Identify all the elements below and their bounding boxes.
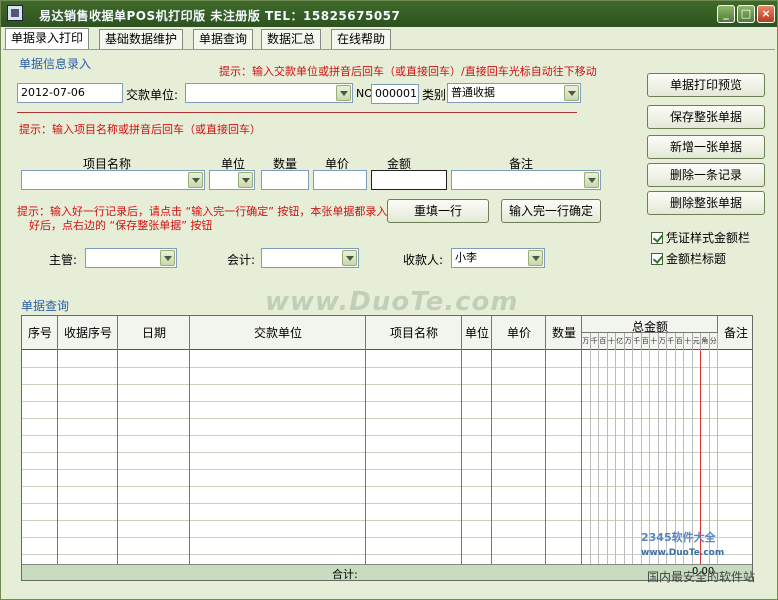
query-group-title: 单据查询 xyxy=(21,299,70,313)
app-icon xyxy=(7,5,23,21)
amount-digit-label: 分 xyxy=(710,333,718,350)
amount-digit-column xyxy=(608,350,616,564)
amount-digit-label: 角 xyxy=(701,333,710,350)
chevron-down-icon[interactable] xyxy=(160,250,175,266)
tab-entry-print[interactable]: 单据录入打印 xyxy=(5,28,89,50)
tab-query[interactable]: 单据查询 xyxy=(193,29,253,49)
refill-row-button[interactable]: 重填一行 xyxy=(387,199,489,223)
payee-label: 收款人: xyxy=(403,253,444,267)
amount-digit-column xyxy=(582,350,591,564)
tab-summary[interactable]: 数据汇总 xyxy=(261,29,321,49)
manager-label: 主管: xyxy=(49,253,78,267)
amount-digit-column xyxy=(625,350,633,564)
amount-digit-label: 元 xyxy=(693,333,701,350)
payer-combo[interactable] xyxy=(185,83,353,103)
total-row: 合计: 0.00 xyxy=(22,564,752,580)
delete-record-button[interactable]: 删除一条记录 xyxy=(647,163,765,187)
corner-logo: 2345软件大全 www.DuoTe.com xyxy=(641,529,724,558)
delete-receipt-button[interactable]: 删除整张单据 xyxy=(647,191,765,215)
total-label: 合计: xyxy=(332,568,358,581)
payee-value: 小李 xyxy=(455,251,477,264)
maximize-button[interactable]: □ xyxy=(737,5,755,23)
print-preview-button[interactable]: 单据打印预览 xyxy=(647,73,765,97)
amount-digit-column xyxy=(599,350,608,564)
type-label: 类别 xyxy=(422,88,447,102)
amount-digit-label: 十 xyxy=(684,333,693,350)
amount-field xyxy=(371,170,447,190)
amount-digit-label: 万 xyxy=(582,333,591,350)
amount-digit-column xyxy=(591,350,599,564)
hint-item: 提示：输入项目名称或拼音后回车（或直接回车） xyxy=(19,123,261,136)
item-name-combo[interactable] xyxy=(21,170,205,190)
hint-top: 提示：输入交款单位或拼音后回车（或直接回车）/直接回车光标自动往下移动 xyxy=(219,65,597,78)
amount-digit-label: 万 xyxy=(625,333,633,350)
new-receipt-button[interactable]: 新增一张单据 xyxy=(647,135,765,159)
amount-digit-label: 千 xyxy=(667,333,676,350)
payee-combo[interactable]: 小李 xyxy=(451,248,545,268)
check-voucher-amount[interactable]: 凭证样式金额栏 xyxy=(651,229,750,246)
amount-digit-label: 万 xyxy=(659,333,667,350)
unit-combo[interactable] xyxy=(209,170,255,190)
hint-row-2: 好后，点右边的 “保存整张单据” 按钮 xyxy=(29,219,213,232)
minimize-button[interactable]: _ xyxy=(717,5,735,23)
watermark: www.DuoTe.com xyxy=(265,287,519,317)
check-amount-title-label: 金额栏标题 xyxy=(666,252,727,266)
close-button[interactable]: × xyxy=(757,5,775,23)
type-combo[interactable]: 普通收据 xyxy=(447,83,581,103)
amount-digit-label: 百 xyxy=(599,333,608,350)
note-combo[interactable] xyxy=(451,170,601,190)
window-title: 易达销售收据单POS机打印版 未注册版 TEL：15825675057 xyxy=(39,9,401,23)
no-field[interactable]: 000001 xyxy=(371,84,419,104)
main-window: 易达销售收据单POS机打印版 未注册版 TEL：15825675057 _ □ … xyxy=(0,0,778,600)
check-amount-title[interactable]: 金额栏标题 xyxy=(651,250,726,267)
amount-digit-label: 千 xyxy=(591,333,599,350)
price-field[interactable] xyxy=(313,170,367,190)
entry-group-title: 单据信息录入 xyxy=(19,57,92,71)
confirm-row-button[interactable]: 输入完一行确定 xyxy=(501,199,601,223)
chevron-down-icon[interactable] xyxy=(238,172,253,188)
qty-field[interactable] xyxy=(261,170,309,190)
checkbox-icon[interactable] xyxy=(651,232,663,244)
corner-url: www.DuoTe.com xyxy=(641,548,725,558)
tab-panel-border xyxy=(3,49,775,50)
tab-basic-data[interactable]: 基础数据维护 xyxy=(99,29,183,49)
chevron-down-icon[interactable] xyxy=(336,85,351,101)
amount-digit-label: 亿 xyxy=(616,333,625,350)
chevron-down-icon[interactable] xyxy=(584,172,599,188)
col-note-header[interactable]: 备注 xyxy=(718,324,752,341)
accountant-combo[interactable] xyxy=(261,248,359,268)
check-voucher-amount-label: 凭证样式金额栏 xyxy=(666,231,751,245)
chevron-down-icon[interactable] xyxy=(528,250,543,266)
chevron-down-icon[interactable] xyxy=(564,85,579,101)
date-field[interactable]: 2012-07-06 xyxy=(17,83,123,103)
accountant-label: 会计: xyxy=(227,253,256,267)
divider xyxy=(17,112,577,113)
amount-digit-label: 百 xyxy=(642,333,650,350)
amount-digit-label: 十 xyxy=(650,333,659,350)
checkbox-icon[interactable] xyxy=(651,253,663,265)
amount-digit-label: 十 xyxy=(608,333,616,350)
tab-online-help[interactable]: 在线帮助 xyxy=(331,29,391,49)
corner-text: 国内最安全的软件站 xyxy=(647,570,756,584)
amount-digit-column xyxy=(616,350,625,564)
manager-combo[interactable] xyxy=(85,248,177,268)
chevron-down-icon[interactable] xyxy=(342,250,357,266)
corner-logo-text: 2345软件大全 xyxy=(641,531,716,544)
save-receipt-button[interactable]: 保存整张单据 xyxy=(647,105,765,129)
title-bar: 易达销售收据单POS机打印版 未注册版 TEL：15825675057 _ □ … xyxy=(1,1,777,27)
amount-digit-label: 千 xyxy=(633,333,642,350)
payer-label: 交款单位: xyxy=(126,88,179,102)
amount-digit-label: 百 xyxy=(676,333,684,350)
chevron-down-icon[interactable] xyxy=(188,172,203,188)
type-value: 普通收据 xyxy=(451,86,495,99)
